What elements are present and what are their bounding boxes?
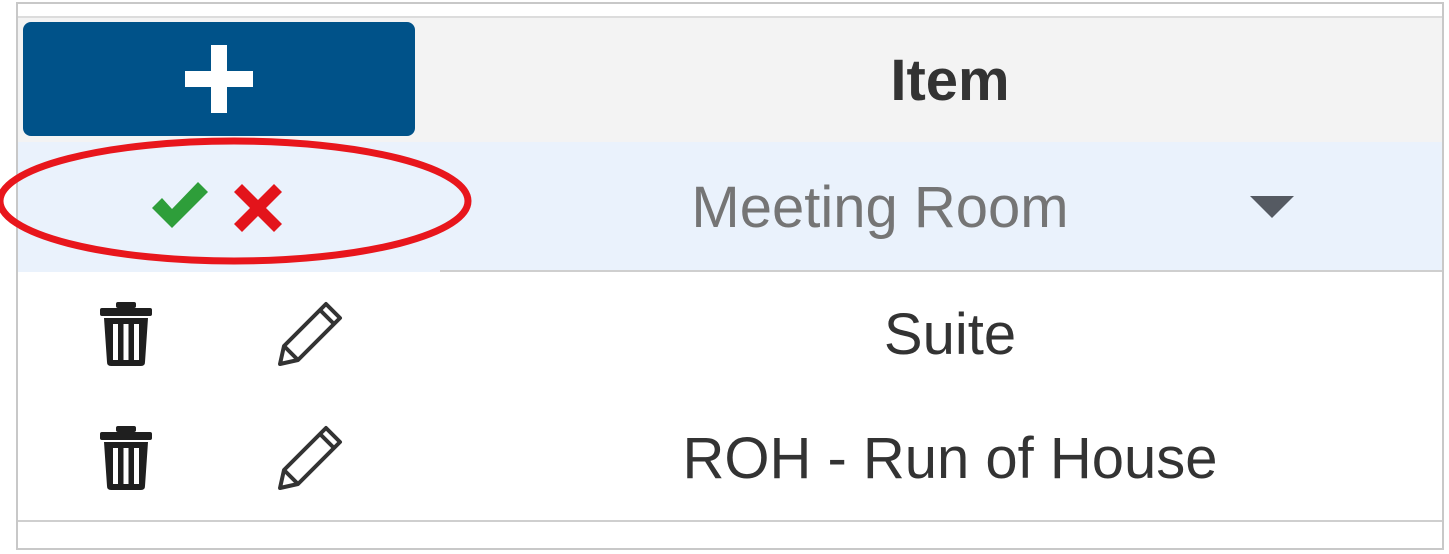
add-item-button[interactable] <box>23 22 415 136</box>
item-select[interactable]: Meeting Room <box>458 154 1382 260</box>
items-grid: Item Meeting Room Suite ROH - Run of Hou… <box>16 2 1444 550</box>
edit-row: Meeting Room <box>18 142 1442 272</box>
item-cell: Suite <box>883 301 1017 367</box>
caret-down-icon[interactable] <box>1250 196 1294 225</box>
table-row: Suite <box>18 272 1442 396</box>
close-icon[interactable] <box>226 176 290 240</box>
trash-icon[interactable] <box>98 426 154 490</box>
item-select-value: Meeting Room <box>691 174 1069 240</box>
pencil-icon[interactable] <box>276 422 346 492</box>
trash-icon[interactable] <box>98 302 154 366</box>
grid-header-row: Item <box>18 16 1442 144</box>
check-icon[interactable] <box>148 178 212 234</box>
column-header-item[interactable]: Item <box>458 18 1442 142</box>
table-row: ROH - Run of House <box>18 396 1442 522</box>
plus-icon <box>185 45 253 113</box>
pencil-icon[interactable] <box>276 298 346 368</box>
item-cell: ROH - Run of House <box>682 425 1218 491</box>
